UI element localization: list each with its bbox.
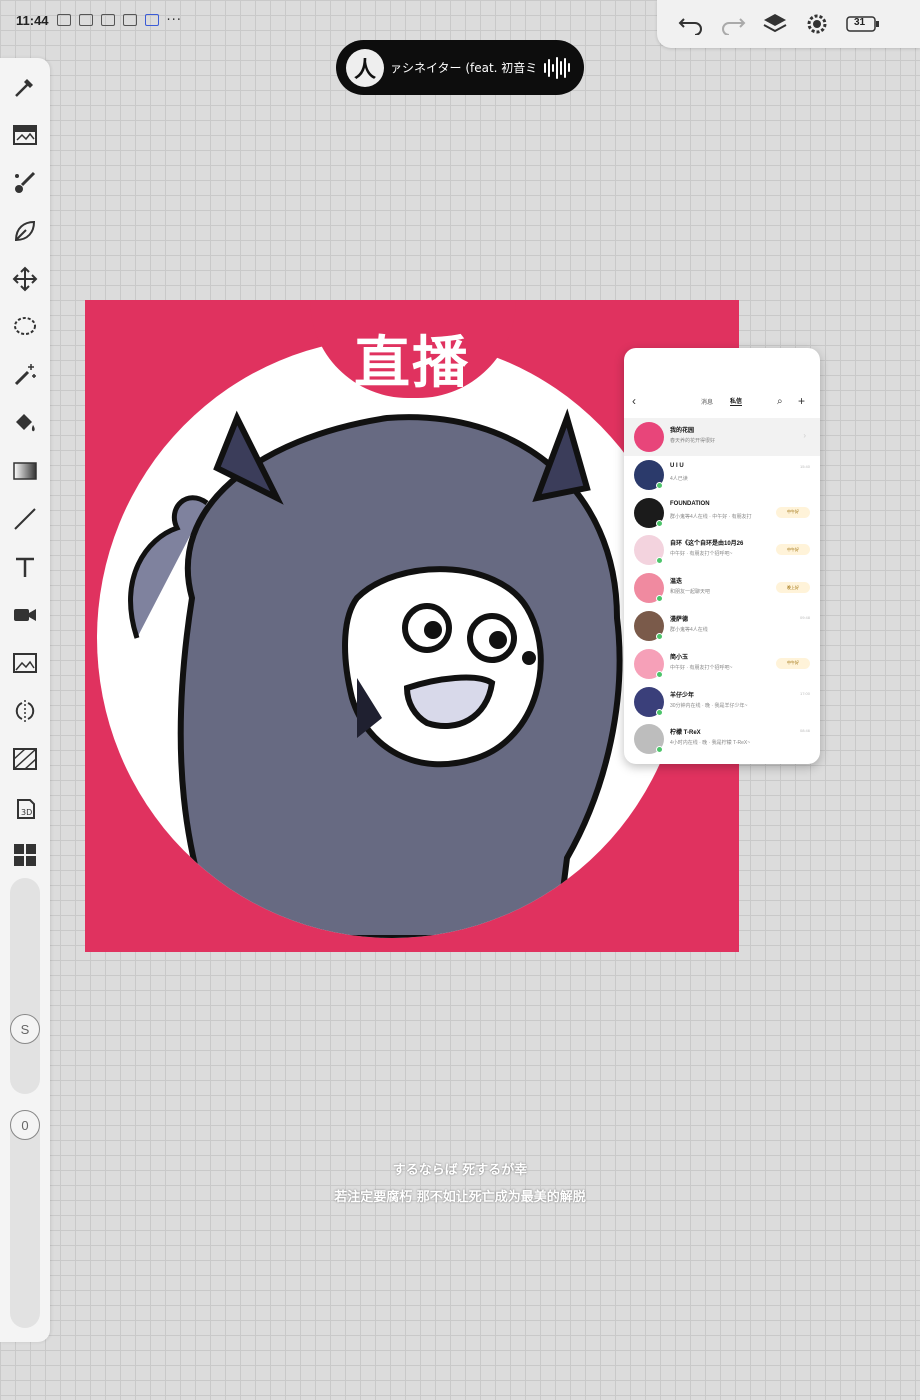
add-icon[interactable]: + (798, 394, 805, 408)
battery-icon: 31 (845, 10, 881, 38)
symmetry-icon[interactable] (10, 696, 40, 726)
chevron-right-icon: › (803, 431, 806, 440)
reference-screenshot[interactable]: ‹ 消息 私信 ⌕ + 我的花园春天养的花开得很好 › U I U 4人已读 15:40… (624, 348, 820, 764)
chat-name: 自环《这个自环是由10月26 (670, 541, 744, 548)
audio-wave-icon (544, 55, 570, 81)
greeting-badge[interactable]: 中午好 (776, 506, 810, 518)
svg-text:3D: 3D (21, 808, 32, 817)
grid-layout-icon[interactable] (10, 840, 40, 870)
fill-bucket-icon[interactable] (10, 408, 40, 438)
chat-row[interactable]: 我的花园春天养的花开得很好 › (624, 418, 820, 456)
status-bar: 11:44 ··· (16, 6, 182, 34)
chat-preview: 4小时内在线 · 晚 · 我是柠檬 T-ReX~ (670, 740, 751, 747)
layers-button[interactable] (761, 10, 789, 38)
eyedropper-icon[interactable] (10, 72, 40, 102)
chat-row[interactable]: U I U 4人已读 15:40 (624, 456, 820, 494)
chat-preview: 30分钟内在线 · 晚 · 我是羊仔少年~ (670, 702, 748, 709)
chat-preview: 群小鬼等4人在线 · 中午好 · 有朋友打 (670, 513, 752, 520)
chat-name: 我的花园 (670, 428, 695, 434)
notification-icon (78, 14, 93, 26)
gradient-icon[interactable] (10, 456, 40, 486)
text-icon[interactable] (10, 552, 40, 582)
notification-icon (122, 14, 137, 26)
chat-preview: 4人已读 (670, 475, 688, 482)
online-dot-icon (656, 519, 663, 527)
character-illustration (128, 408, 623, 938)
line-icon[interactable] (10, 504, 40, 534)
top-right-controls: 31 (657, 0, 920, 48)
chat-time: 15:40 (799, 463, 810, 469)
chat-row[interactable]: FOUNDATION 群小鬼等4人在线 · 中午好 · 有朋友打 中午好 (624, 494, 820, 532)
chat-preview: 中午好 · 有朋友打个招呼吧~ (670, 551, 733, 558)
image-import-icon[interactable] (10, 648, 40, 678)
transform-icon[interactable] (10, 264, 40, 294)
chat-preview: 春天养的花开得很好 (670, 438, 716, 444)
layers-panel-icon[interactable] (10, 120, 40, 150)
tab-direct-messages[interactable]: 私信 (730, 396, 743, 406)
smudge-icon[interactable] (10, 216, 40, 246)
lasso-icon[interactable] (10, 312, 40, 342)
chat-time: 09:48 (799, 615, 810, 620)
greeting-badge[interactable]: 中午好 (776, 657, 810, 669)
track-title: ァシネイター (feat. 初音ミク) (390, 61, 538, 75)
online-dot-icon (656, 633, 663, 640)
online-dot-icon (656, 481, 663, 489)
opacity-slider[interactable] (10, 1110, 40, 1328)
undo-button[interactable] (677, 10, 705, 38)
chat-time: 17:00 (799, 690, 810, 696)
album-art: 人 (346, 48, 384, 87)
chat-name: 羊仔少年 (670, 692, 695, 699)
online-dot-icon (656, 708, 663, 716)
online-dot-icon (656, 595, 663, 603)
avatar-circle (97, 338, 687, 938)
left-toolbar: 3D S 0 (0, 58, 50, 1342)
avatar (634, 422, 664, 452)
chat-preview: 群小鬼等4人在线 (670, 627, 708, 633)
lyric-line-2: 若注定要腐朽 那不如让死亡成为最美的解脱 (334, 1190, 586, 1205)
greeting-badge[interactable]: 晚上好 (776, 582, 810, 594)
redo-button[interactable] (719, 10, 747, 38)
notification-icon (144, 14, 159, 26)
brush-icon[interactable] (10, 168, 40, 198)
magic-wand-icon[interactable] (10, 360, 40, 390)
3d-icon[interactable]: 3D (10, 792, 40, 822)
more-notifications-icon: ··· (166, 12, 182, 28)
online-dot-icon (656, 670, 663, 678)
chat-name: 温迭 (670, 579, 683, 586)
notification-icon (56, 14, 71, 26)
brush-size-slider[interactable] (10, 878, 40, 1094)
brush-size-knob[interactable]: S (10, 1014, 40, 1044)
lyric-line-1: するならば 死するが幸 (392, 1163, 528, 1178)
battery-level: 31 (854, 17, 866, 28)
search-icon[interactable]: ⌕ (777, 396, 783, 407)
back-icon[interactable]: ‹ (632, 394, 636, 408)
chat-name: 漫萨德 (670, 617, 689, 623)
chat-preview: 中午好 · 有朋友打个招呼吧~ (670, 664, 733, 671)
chat-row[interactable]: 简小玉中午好 · 有朋友打个招呼吧~ 中午好 (624, 645, 820, 683)
chat-row[interactable]: 漫萨德群小鬼等4人在线 09:48 (624, 607, 820, 645)
online-dot-icon (656, 557, 663, 565)
chat-row[interactable]: 羊仔少年 30分钟内在线 · 晚 · 我是羊仔少年~ 17:00 (624, 683, 820, 721)
notification-icon (100, 14, 115, 26)
chat-preview: 和朋友一起聊天吧 (670, 589, 711, 596)
now-playing-pill[interactable]: 人 ァシネイター (feat. 初音ミク) (336, 40, 584, 95)
chat-row[interactable]: 温迭和朋友一起聊天吧 晚上好 (624, 569, 820, 607)
chat-name: 简小玉 (670, 654, 689, 661)
opacity-knob[interactable]: 0 (10, 1110, 40, 1140)
greeting-badge[interactable]: 中午好 (776, 544, 810, 556)
settings-button[interactable] (803, 10, 831, 38)
chat-name: U I U (670, 462, 684, 469)
video-icon[interactable] (10, 600, 40, 630)
tab-messages[interactable]: 消息 (701, 397, 713, 406)
chat-name: FOUNDATION (670, 500, 710, 507)
clock: 11:44 (16, 12, 49, 28)
perspective-icon[interactable] (10, 744, 40, 774)
chat-row[interactable]: 自环《这个自环是由10月26 中午好 · 有朋友打个招呼吧~ 中午好 (624, 531, 820, 569)
chat-time: 08:46 (799, 728, 810, 734)
phone-header: ‹ 消息 私信 ⌕ + (624, 392, 820, 410)
chat-row[interactable]: 柠檬 T-ReX 4小时内在线 · 晚 · 我是柠檬 T-ReX~ 08:46 (624, 720, 820, 758)
online-dot-icon (656, 746, 663, 754)
chat-name: 柠檬 T-ReX (670, 730, 701, 737)
